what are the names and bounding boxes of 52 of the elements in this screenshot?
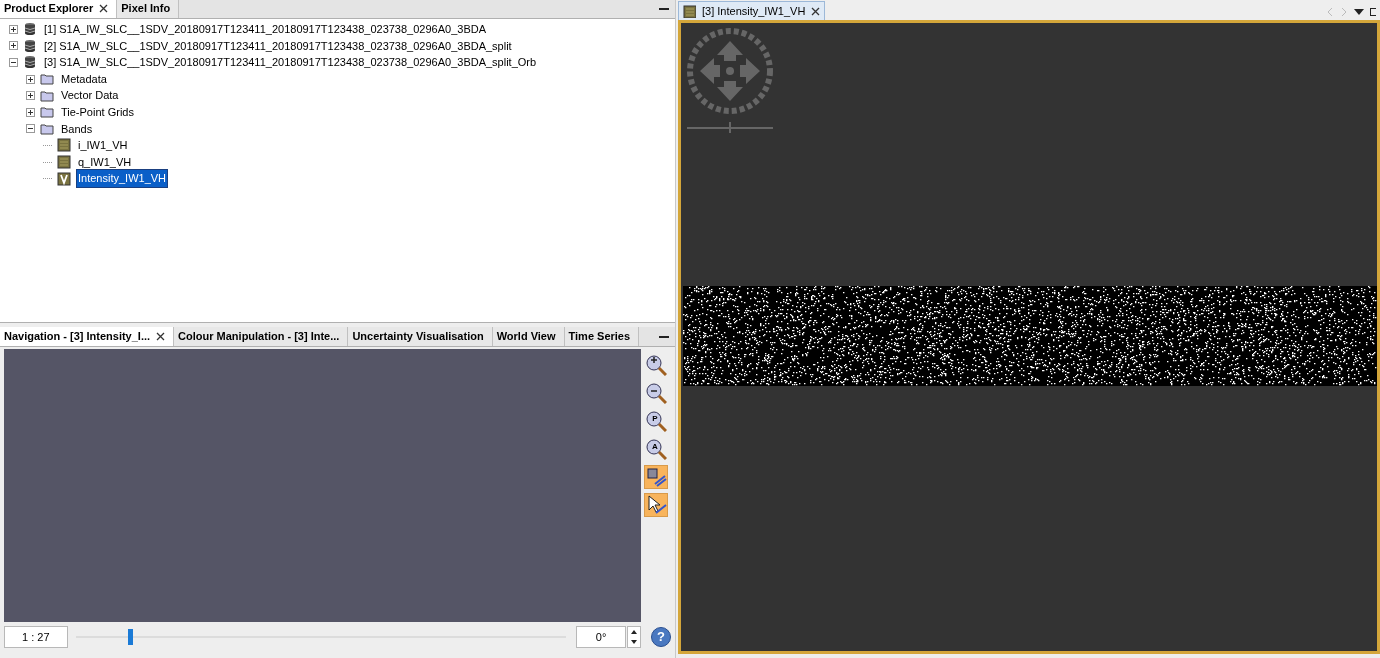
rotation-spinner[interactable] [627,626,642,648]
raster-icon [57,171,71,186]
tree-item[interactable]: [1] S1A_IW_SLC__1SDV_20180917T123411_20180917T123438_023738_0296A0_3BDA [43,21,487,38]
zoom-pixel-button[interactable]: P [644,409,668,433]
expand-icon[interactable] [26,107,35,117]
expand-icon[interactable] [26,74,35,84]
close-icon[interactable] [811,6,821,16]
zoom-slider[interactable] [75,628,567,646]
maximize-icon[interactable] [1370,7,1376,17]
panel-tab[interactable]: Product Explorer [0,0,118,18]
panel-tab[interactable]: Colour Manipulation - [3] Inte... [174,327,349,346]
database-icon [23,22,37,37]
folder-icon [40,105,54,120]
sync-views-button[interactable] [644,465,668,489]
zoom-in-button[interactable] [644,353,668,377]
rotation-field[interactable]: 0° [576,626,627,648]
zoom-all-button[interactable]: A [644,437,668,461]
sync-cursor-button[interactable] [644,493,668,517]
scale-field[interactable]: 1 : 27 [4,626,68,648]
collapse-icon[interactable] [9,58,18,67]
tree-item[interactable]: [2] S1A_IW_SLC__1SDV_20180917T123411_20180917T123438_023738_0296A0_3BDA_split [43,37,513,55]
panel-tab[interactable]: Pixel Info [117,0,180,18]
expand-icon[interactable] [9,41,18,51]
database-icon [23,55,37,70]
folder-icon [40,72,54,87]
raster-icon [57,155,71,170]
database-icon [23,38,37,53]
panel-tab[interactable]: Time Series [564,327,640,346]
tree-item[interactable]: Intensity_IW1_VH [77,170,168,187]
tree-item[interactable]: q_IW1_VH [77,153,133,171]
zoom-out-button[interactable] [644,381,668,405]
panel-tab[interactable]: Uncertainty Visualisation [348,327,493,346]
raster-icon [683,4,696,18]
tree-item[interactable]: i_IW1_VH [77,137,129,154]
dropdown-icon[interactable] [1354,8,1364,16]
expand-icon[interactable] [9,24,18,34]
help-button[interactable]: ? [651,627,671,647]
panel-tab[interactable]: World View [492,327,565,346]
close-icon[interactable] [99,4,109,13]
raster-icon [57,138,71,153]
image-view-tab[interactable]: [3] Intensity_IW1_VH [678,1,826,20]
folder-icon [40,88,54,103]
folder-icon [40,121,54,136]
collapse-icon[interactable] [26,124,35,134]
tree-item[interactable]: Metadata [60,70,108,88]
tree-item[interactable]: Bands [60,120,94,138]
panel-tab[interactable]: Navigation - [3] Intensity_I... [0,327,175,346]
tree-item[interactable]: Tie-Point Grids [60,104,135,121]
close-icon[interactable] [156,332,166,341]
tree-item[interactable]: [3] S1A_IW_SLC__1SDV_20180917T123411_20180917T123438_023738_0296A0_3BDA_split_Orb [43,54,538,71]
tree-item[interactable]: Vector Data [60,87,120,104]
expand-icon[interactable] [26,91,35,101]
